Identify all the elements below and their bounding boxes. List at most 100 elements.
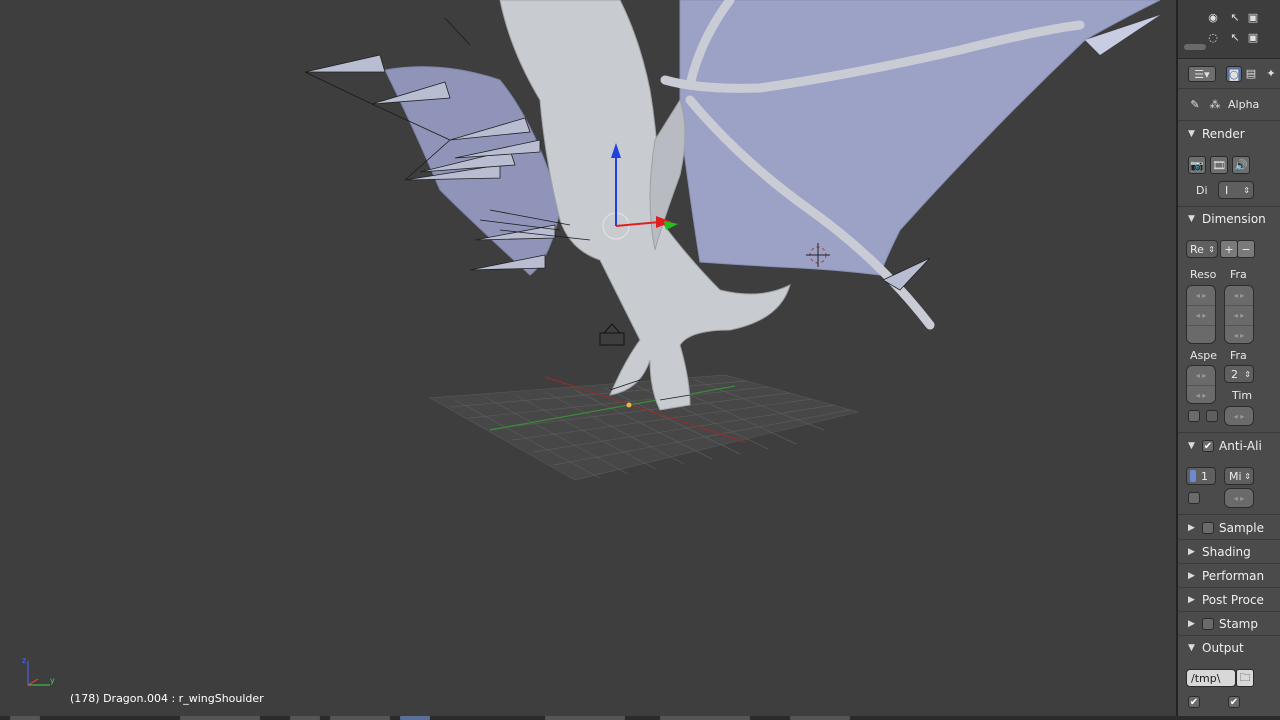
frame-range-fields[interactable]: ◂ ▸ ◂ ▸ ◂ ▸: [1224, 285, 1254, 344]
collapse-triangle-icon: ▶: [1188, 619, 1195, 629]
frame-start-field[interactable]: ◂ ▸: [1225, 286, 1253, 306]
expand-triangle-icon: ▼: [1188, 643, 1195, 653]
frame-step-field[interactable]: ◂ ▸: [1225, 326, 1253, 343]
panel-sampled-motion-blur-header[interactable]: ▶ Sample: [1178, 517, 1280, 539]
render-audio-button[interactable]: 🔊: [1232, 156, 1250, 174]
render-icon[interactable]: ▣: [1246, 30, 1260, 44]
panel-performance-header[interactable]: ▶ Performan: [1178, 565, 1280, 587]
frame-end-field[interactable]: ◂ ▸: [1225, 306, 1253, 326]
editor-type-menu-icon[interactable]: ☰▾: [1188, 66, 1216, 82]
border-checkbox[interactable]: [1188, 410, 1200, 422]
panel-dimensions-header[interactable]: ▼ Dimension: [1178, 208, 1280, 230]
aspect-fields[interactable]: ◂ ▸ ◂ ▸: [1186, 365, 1216, 404]
filter-size-value[interactable]: ◂ ▸: [1225, 489, 1253, 507]
time-remap-value[interactable]: ◂ ▸: [1225, 407, 1253, 425]
expand-triangle-icon: ▼: [1188, 441, 1195, 451]
panel-stamp-header[interactable]: ▶ Stamp: [1178, 613, 1280, 635]
collapse-triangle-icon: ▶: [1188, 547, 1195, 557]
context-path: ✎ ⁂ Alpha: [1178, 92, 1280, 116]
dragon-scene: [304, 0, 1161, 481]
cursor-icon[interactable]: ↖: [1228, 10, 1242, 24]
panel-shading-header[interactable]: ▶ Shading: [1178, 541, 1280, 563]
scene-tab-icon[interactable]: ✦: [1264, 66, 1278, 80]
panel-post-processing-header[interactable]: ▶ Post Proce: [1178, 589, 1280, 611]
filter-size-field[interactable]: ◂ ▸: [1224, 488, 1254, 508]
axis-gizmo: z y: [22, 656, 55, 686]
frame-rate-dropdown[interactable]: 2 ⇕: [1224, 365, 1254, 383]
resolution-y-field[interactable]: ◂ ▸: [1187, 306, 1215, 326]
floor-grid: [428, 374, 860, 481]
crop-checkbox[interactable]: [1206, 410, 1218, 422]
file-extensions-checkbox[interactable]: ✔: [1228, 696, 1240, 708]
origin-dot: [626, 402, 632, 408]
outliner-scrollbar[interactable]: [1184, 44, 1206, 50]
panel-dimensions-title: Dimension: [1202, 212, 1266, 226]
panel-separator: [1178, 587, 1280, 588]
resolution-fields[interactable]: ◂ ▸ ◂ ▸: [1186, 285, 1216, 344]
output-path-value: /tmp\: [1191, 671, 1221, 685]
render-icon[interactable]: ▣: [1246, 10, 1260, 24]
aspect-y-field[interactable]: ◂ ▸: [1187, 386, 1215, 403]
frame-range-label: Fra: [1230, 268, 1247, 281]
overwrite-checkbox[interactable]: ✔: [1188, 696, 1200, 708]
eye-icon[interactable]: ◌: [1206, 30, 1220, 44]
remove-preset-button[interactable]: −: [1237, 240, 1255, 258]
panel-output-header[interactable]: ▼ Output: [1178, 637, 1280, 659]
panel-anti-aliasing-header[interactable]: ▼ ✔ Anti-Ali: [1178, 435, 1280, 457]
expand-triangle-icon: ▼: [1188, 214, 1195, 224]
scene-icon: ⁂: [1209, 97, 1221, 111]
properties-header: ☰▾ ◙ ▤ ✦: [1178, 60, 1280, 89]
time-remap-field[interactable]: ◂ ▸: [1224, 406, 1254, 426]
panel-post-processing-title: Post Proce: [1202, 593, 1264, 607]
panel-separator: [1178, 120, 1280, 121]
display-value: I: [1225, 183, 1229, 197]
panel-separator: [1178, 432, 1280, 433]
render-image-button[interactable]: 📷: [1188, 156, 1206, 174]
panel-separator: [1178, 611, 1280, 612]
aa-samples-field[interactable]: 1: [1186, 467, 1216, 485]
axis-z-label: z: [22, 656, 26, 665]
properties-editor[interactable]: ◉ ↖ ▣ ◌ ↖ ▣ ☰▾ ◙ ▤ ✦ ✎ ⁂ Alpha ▼ Render …: [1178, 0, 1280, 720]
aspect-x-field[interactable]: ◂ ▸: [1187, 366, 1215, 386]
axis-y-label: y: [50, 676, 55, 685]
panel-anti-aliasing-title: Anti-Ali: [1219, 439, 1262, 453]
output-path-field[interactable]: /tmp\: [1186, 669, 1236, 687]
panel-stamp-title: Stamp: [1219, 617, 1258, 631]
stamp-checkbox[interactable]: [1202, 618, 1214, 630]
resolution-x-field[interactable]: ◂ ▸: [1187, 286, 1215, 306]
full-sample-checkbox[interactable]: [1188, 492, 1200, 504]
collapse-triangle-icon: ▶: [1188, 595, 1195, 605]
timeline-header-strip: [0, 716, 1280, 720]
outliner-row[interactable]: ◉ ↖ ▣: [1178, 8, 1280, 26]
viewport-status-text: (178) Dragon.004 : r_wingShoulder: [70, 692, 264, 705]
render-animation-button[interactable]: 🎞: [1210, 156, 1228, 174]
pin-icon[interactable]: ✎: [1188, 97, 1202, 111]
panel-render-header[interactable]: ▼ Render: [1178, 123, 1280, 145]
preset-dropdown[interactable]: Re ⇕: [1186, 240, 1218, 258]
motion-blur-checkbox[interactable]: [1202, 522, 1214, 534]
anti-aliasing-checkbox[interactable]: ✔: [1202, 440, 1214, 452]
add-preset-button[interactable]: +: [1220, 240, 1238, 258]
panel-separator: [1178, 206, 1280, 207]
resolution-percent-field[interactable]: [1187, 326, 1215, 343]
panel-render-title: Render: [1202, 127, 1245, 141]
folder-icon[interactable]: 🗀: [1236, 669, 1254, 687]
aa-filter-dropdown[interactable]: Mi ⇕: [1224, 467, 1254, 485]
frame-rate-value: 2: [1231, 367, 1238, 381]
panel-shading-title: Shading: [1202, 545, 1251, 559]
cursor-icon[interactable]: ↖: [1228, 30, 1242, 44]
3d-viewport[interactable]: z y (178) Dragon.004 : r_wingShoulder: [0, 0, 1176, 716]
aa-samples-value: 1: [1201, 469, 1208, 483]
aspect-label: Aspe: [1190, 349, 1218, 362]
collapse-triangle-icon: ▶: [1188, 523, 1195, 533]
panel-separator: [1178, 539, 1280, 540]
collapse-triangle-icon: ▶: [1188, 571, 1195, 581]
display-dropdown[interactable]: I ⇕: [1218, 181, 1254, 199]
outliner-strip[interactable]: ◉ ↖ ▣ ◌ ↖ ▣: [1178, 0, 1280, 59]
layers-tab-icon[interactable]: ▤: [1244, 66, 1258, 80]
preset-value: Re: [1190, 242, 1204, 256]
frame-rate-label: Fra: [1230, 349, 1247, 362]
render-tab-icon[interactable]: ◙: [1226, 66, 1242, 82]
expand-triangle-icon: ▼: [1188, 129, 1195, 139]
eye-icon[interactable]: ◉: [1206, 10, 1220, 24]
